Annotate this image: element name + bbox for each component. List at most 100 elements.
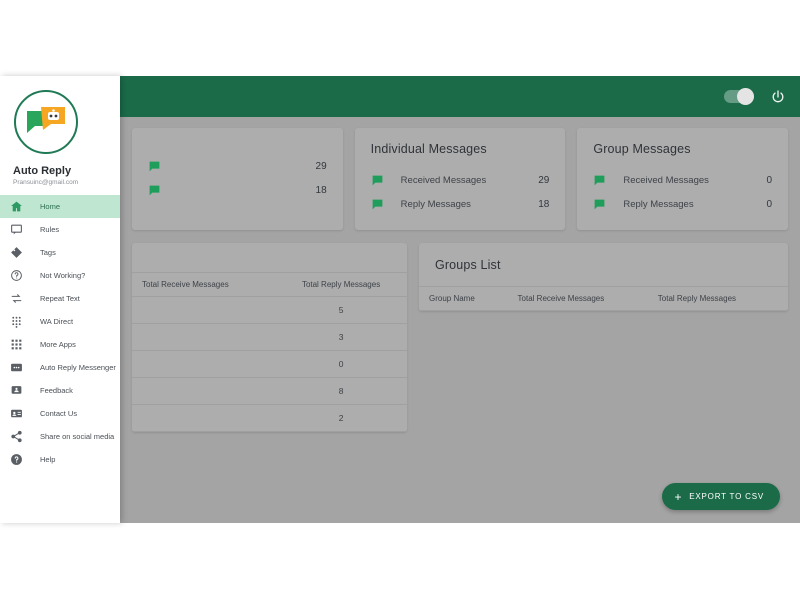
groups-list-card: Groups List Group Name Total Receive Mes… bbox=[419, 243, 788, 311]
export-button-label: EXPORT TO CSV bbox=[689, 492, 764, 501]
feedback-icon bbox=[10, 384, 23, 397]
stat-value: 0 bbox=[766, 174, 773, 186]
table-header-row: Total Receive Messages Total Reply Messa… bbox=[132, 272, 407, 297]
stat-label: Reply Messages bbox=[400, 198, 471, 210]
sidebar-item-label: Home bbox=[40, 202, 61, 211]
column-header: Total Reply Messages bbox=[275, 272, 407, 297]
sidebar-item-share-on-social-media[interactable]: Share on social media bbox=[0, 425, 120, 448]
column-header: Group Name bbox=[419, 286, 508, 311]
sidebar-item-more-apps[interactable]: More Apps bbox=[0, 333, 120, 356]
export-to-csv-button[interactable]: + EXPORT TO CSV bbox=[662, 483, 780, 510]
auto-reply-logo-icon bbox=[14, 90, 78, 154]
column-header: Total Receive Messages bbox=[132, 272, 276, 297]
sidebar-item-label: Repeat Text bbox=[40, 294, 80, 303]
table-title bbox=[132, 243, 407, 272]
message-icon bbox=[372, 199, 383, 209]
dashboard-content: 29 18 Individual Messages Received Messa bbox=[120, 117, 800, 523]
contact-card-icon bbox=[10, 407, 23, 420]
chat-bubble-icon bbox=[10, 223, 23, 236]
stat-row: Reply Messages 0 bbox=[593, 193, 772, 215]
service-toggle[interactable] bbox=[724, 88, 754, 105]
sidebar-item-label: Contact Us bbox=[40, 409, 78, 418]
stat-card-total: 29 18 bbox=[132, 128, 343, 230]
message-icon bbox=[594, 199, 605, 209]
column-header: Total Reply Messages bbox=[647, 286, 788, 311]
brand-block: Auto Reply Pransuinc@gmail.com bbox=[0, 76, 120, 186]
sidebar-item-home[interactable]: Home bbox=[0, 195, 120, 218]
power-icon[interactable] bbox=[770, 89, 786, 105]
service-toggle-knob[interactable] bbox=[737, 88, 754, 105]
table-cell: 3 bbox=[275, 323, 407, 351]
stat-label: Received Messages bbox=[400, 174, 487, 186]
table-header-row: Group Name Total Receive Messages Total … bbox=[419, 286, 788, 311]
sidebar-item-not-working[interactable]: Not Working? bbox=[0, 264, 120, 287]
stat-value: 18 bbox=[315, 184, 327, 196]
table-cell bbox=[132, 377, 276, 405]
sidebar-item-label: WA Direct bbox=[40, 317, 74, 326]
brand-name: Auto Reply bbox=[13, 165, 72, 177]
sidebar-item-label: Share on social media bbox=[40, 432, 115, 441]
table-title: Groups List bbox=[435, 258, 501, 272]
table-cell bbox=[132, 323, 276, 351]
plus-icon: + bbox=[674, 489, 683, 504]
message-icon bbox=[149, 185, 160, 195]
table-body: 53082 bbox=[132, 296, 407, 432]
dialpad-icon bbox=[10, 315, 23, 328]
home-icon bbox=[10, 200, 23, 213]
table-cell: 8 bbox=[275, 377, 407, 405]
message-icon bbox=[594, 175, 605, 185]
table-row[interactable]: 2 bbox=[132, 404, 407, 432]
sidebar-item-label: Tags bbox=[40, 248, 56, 257]
stat-value: 29 bbox=[315, 160, 327, 172]
card-title: Group Messages bbox=[593, 142, 691, 156]
tag-icon bbox=[10, 246, 23, 259]
sidebar-item-repeat-text[interactable]: Repeat Text bbox=[0, 287, 120, 310]
table-row[interactable]: 3 bbox=[132, 323, 407, 351]
stat-row: Received Messages 0 bbox=[593, 169, 772, 191]
sidebar-item-feedback[interactable]: Feedback bbox=[0, 379, 120, 402]
apps-grid-icon bbox=[10, 338, 23, 351]
table-row[interactable]: 5 bbox=[132, 296, 407, 324]
sidebar-item-wa-direct[interactable]: WA Direct bbox=[0, 310, 120, 333]
help-icon bbox=[10, 453, 23, 466]
groups-list-table: Group Name Total Receive Messages Total … bbox=[419, 286, 788, 311]
sidebar-item-label: Help bbox=[40, 455, 56, 464]
table-cell bbox=[132, 350, 276, 378]
stat-card-individual-messages: Individual Messages Received Messages 29… bbox=[354, 128, 566, 230]
column-header: Total Receive Messages bbox=[507, 286, 648, 311]
navigation-drawer: Auto Reply Pransuinc@gmail.com Home Rules… bbox=[0, 76, 120, 523]
help-circle-icon bbox=[10, 269, 23, 282]
stat-label: Reply Messages bbox=[623, 198, 694, 210]
stat-row: 18 bbox=[148, 179, 327, 201]
app-topbar bbox=[120, 76, 800, 117]
message-icon bbox=[372, 175, 383, 185]
tables-row: Total Receive Messages Total Reply Messa… bbox=[132, 243, 788, 432]
sidebar-item-label: Not Working? bbox=[40, 271, 86, 280]
sidebar-item-tags[interactable]: Tags bbox=[0, 241, 120, 264]
stat-value: 18 bbox=[538, 198, 550, 210]
sidebar-item-label: Auto Reply Messenger bbox=[40, 363, 116, 372]
stat-label: Received Messages bbox=[623, 174, 709, 186]
messenger-icon bbox=[10, 361, 23, 374]
stat-card-group-messages: Group Messages Received Messages 0 Reply… bbox=[577, 128, 789, 230]
stat-value: 0 bbox=[766, 198, 773, 210]
stat-cards-row: 29 18 Individual Messages Received Messa bbox=[132, 128, 789, 230]
sidebar-item-label: More Apps bbox=[40, 340, 76, 349]
table-cell: 5 bbox=[275, 296, 407, 324]
individual-list-card: Total Receive Messages Total Reply Messa… bbox=[132, 243, 407, 432]
sidebar-item-auto-reply-messenger[interactable]: Auto Reply Messenger bbox=[0, 356, 120, 379]
table-cell bbox=[132, 296, 276, 324]
sidebar-item-contact-us[interactable]: Contact Us bbox=[0, 402, 120, 425]
app-window: 29 18 Individual Messages Received Messa bbox=[120, 76, 800, 523]
table-cell: 0 bbox=[275, 350, 407, 378]
sidebar-item-rules[interactable]: Rules bbox=[0, 218, 120, 241]
sidebar-item-help[interactable]: Help bbox=[0, 448, 120, 471]
sidebar-item-label: Feedback bbox=[40, 386, 73, 395]
repeat-icon bbox=[10, 292, 23, 305]
card-title: Individual Messages bbox=[370, 142, 487, 156]
stat-value: 29 bbox=[538, 174, 550, 186]
table-row[interactable]: 8 bbox=[132, 377, 407, 405]
table-row[interactable]: 0 bbox=[132, 350, 407, 378]
share-icon bbox=[10, 430, 23, 443]
stat-row: Reply Messages 18 bbox=[371, 193, 550, 215]
